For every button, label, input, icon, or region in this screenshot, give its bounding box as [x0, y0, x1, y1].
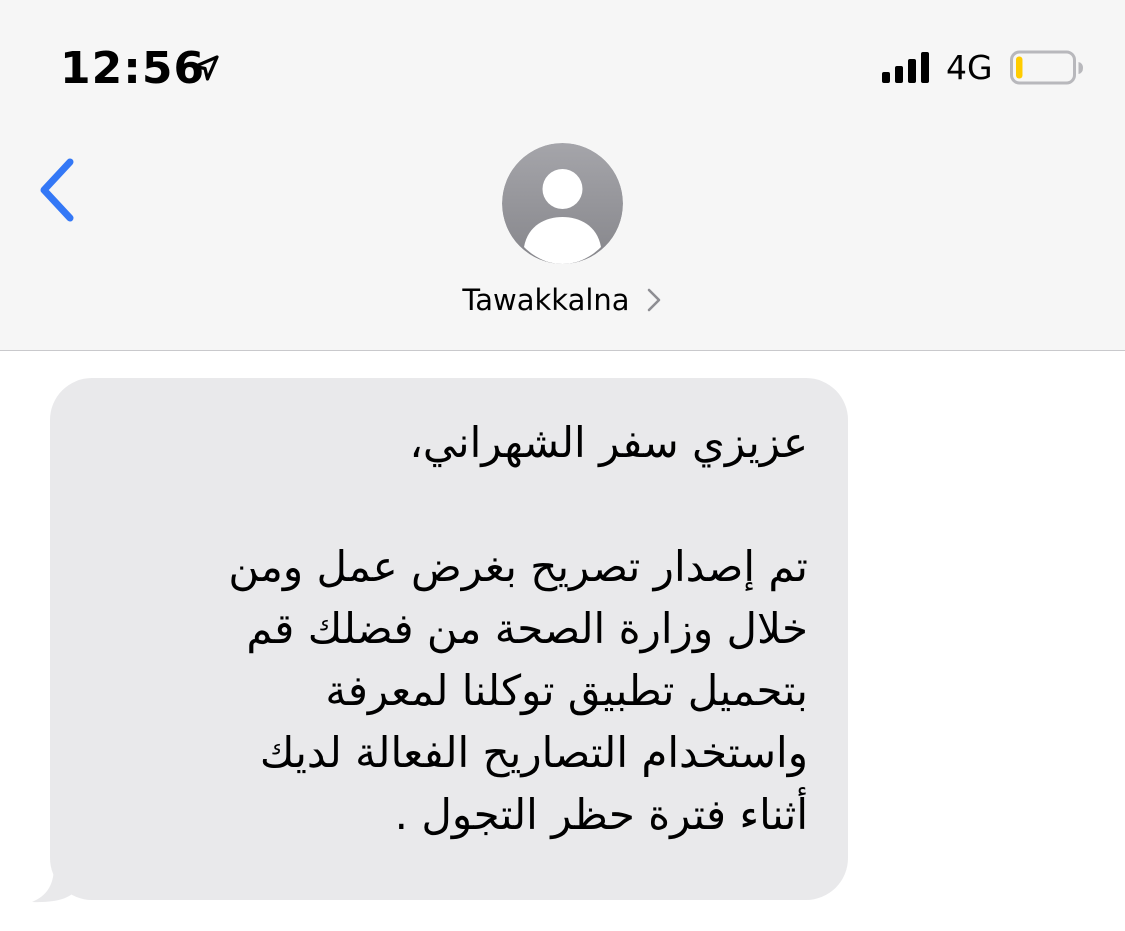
chevron-right-icon — [647, 288, 660, 312]
chevron-left-icon — [40, 158, 74, 222]
conversation-header: 12:56 4G Tawakkalna — [0, 0, 1125, 351]
battery-level-fill — [1016, 56, 1023, 79]
messages-screen: 12:56 4G Tawakkalna عزيزي سفر الشهراني، … — [0, 0, 1125, 931]
message-line: أثناء فترة حظر التجول . — [394, 790, 808, 839]
back-button[interactable] — [30, 150, 90, 230]
contact-avatar[interactable] — [502, 143, 623, 264]
battery-low-icon — [1010, 50, 1083, 85]
signal-bars-icon — [882, 52, 929, 83]
message-greeting: عزيزي سفر الشهراني، — [409, 418, 808, 467]
message-line: خلال وزارة الصحة من فضلك قم — [246, 604, 808, 653]
incoming-message-bubble[interactable]: عزيزي سفر الشهراني، تم إصدار تصريح بغرض … — [50, 378, 848, 900]
network-type-label: 4G — [946, 48, 993, 87]
contact-name-button[interactable]: Tawakkalna — [0, 278, 1125, 322]
contact-name: Tawakkalna — [462, 283, 630, 317]
message-line: بتحميل تطبيق توكلنا لمعرفة — [325, 666, 808, 715]
message-line: تم إصدار تصريح بغرض عمل ومن — [228, 542, 808, 591]
status-time: 12:56 — [60, 43, 206, 94]
message-text: عزيزي سفر الشهراني، تم إصدار تصريح بغرض … — [90, 412, 808, 846]
person-silhouette-icon — [502, 143, 623, 264]
location-arrow-icon — [193, 55, 219, 81]
message-line: واستخدام التصاريح الفعالة لديك — [259, 728, 808, 777]
